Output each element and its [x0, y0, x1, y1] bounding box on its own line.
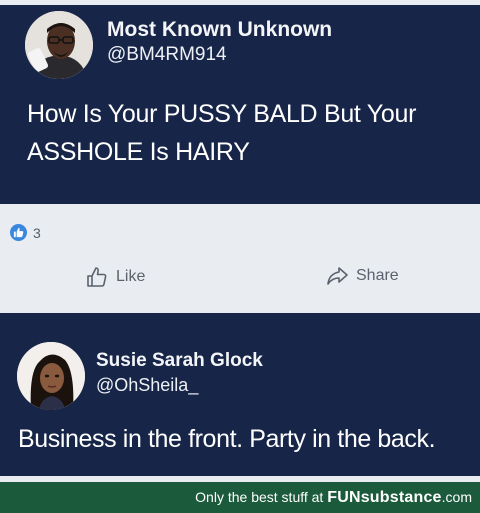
like-button[interactable]: Like [86, 266, 145, 288]
watermark-brand: FUNsubstance [327, 489, 442, 506]
like-button-label: Like [116, 268, 146, 285]
thumbs-up-icon [87, 267, 107, 287]
author-name[interactable]: Susie Sarah Glock [96, 350, 263, 372]
author-name[interactable]: Most Known Unknown [107, 18, 332, 42]
author-handle[interactable]: @BM4RM914 [107, 44, 227, 66]
share-arrow-icon [327, 267, 348, 285]
thumbs-up-badge-icon [10, 224, 27, 241]
watermark-tagline: Only the best stuff at [195, 489, 324, 505]
watermark-footer: Only the best stuff at FUNsubstance.com [0, 482, 480, 513]
watermark-domain: .com [441, 489, 472, 505]
share-button[interactable]: Share [326, 266, 399, 286]
like-count-number: 3 [33, 224, 41, 241]
tweet-text: How Is Your PUSSY BALD But Your ASSHOLE … [27, 100, 417, 166]
tweet-card-2: Susie Sarah Glock @OhSheila_ Business in… [0, 313, 480, 476]
author-handle[interactable]: @OhSheila_ [96, 375, 198, 396]
share-button-label: Share [356, 267, 399, 284]
watermark-text: Only the best stuff at FUNsubstance.com [195, 489, 472, 507]
avatar[interactable] [25, 11, 93, 79]
facebook-reaction-bar: 3 Like Share [0, 208, 480, 307]
tweet-text: Business in the front. Party in the back… [18, 425, 436, 453]
like-count[interactable]: 3 [10, 224, 41, 241]
tweet-card-1: Most Known Unknown @BM4RM914 How Is Your… [0, 5, 480, 204]
avatar[interactable] [17, 342, 85, 410]
